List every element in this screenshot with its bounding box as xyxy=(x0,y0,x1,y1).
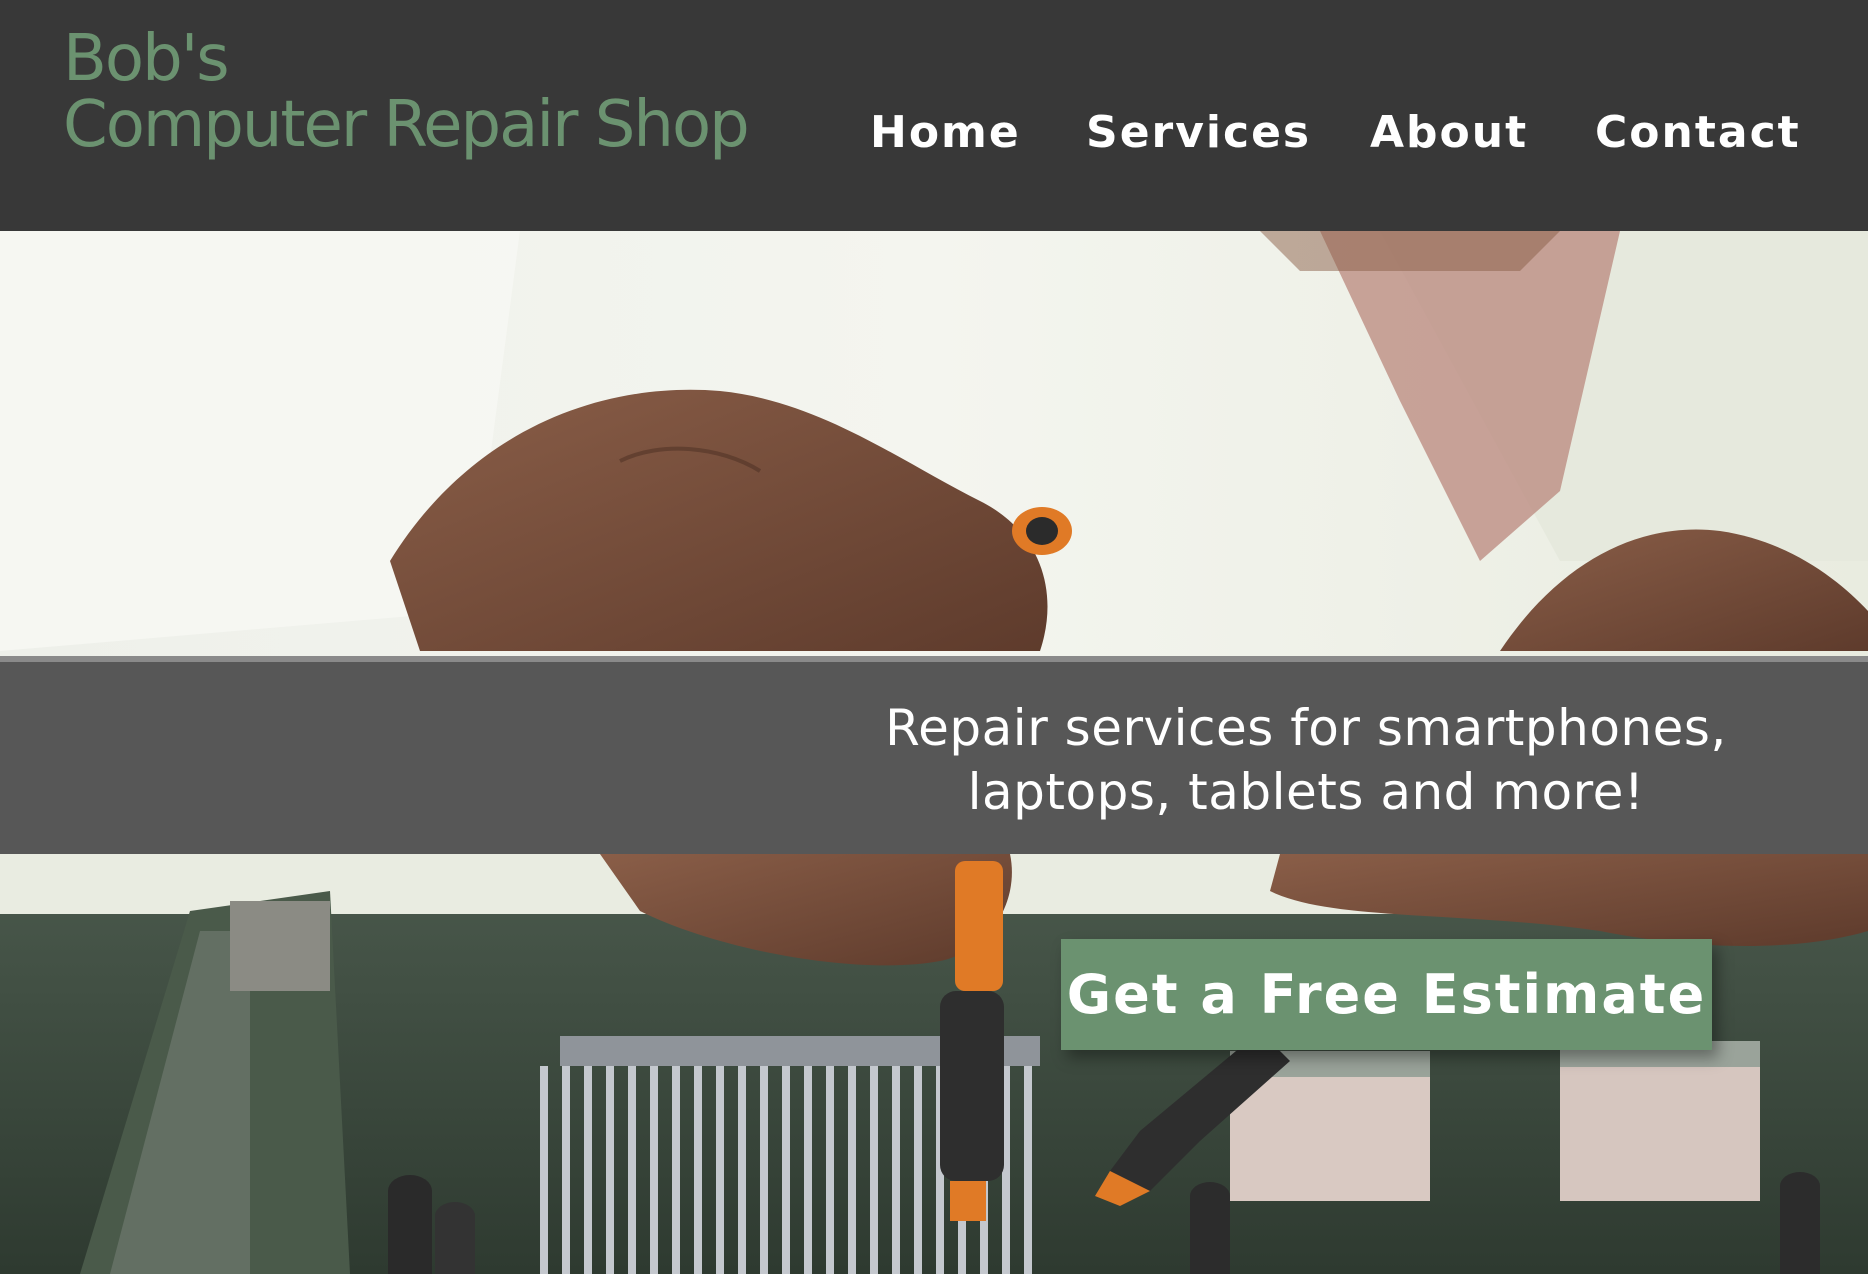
tagline-line-1: Repair services for smartphones, xyxy=(885,699,1727,757)
site-header: Bob's Computer Repair Shop Home Services… xyxy=(0,0,1868,231)
tagline-line-2: laptops, tablets and more! xyxy=(967,763,1645,821)
nav-link-home[interactable]: Home xyxy=(870,103,1021,163)
nav-link-services[interactable]: Services xyxy=(1086,103,1311,163)
nav-link-contact[interactable]: Contact xyxy=(1595,103,1801,163)
nav-link-about[interactable]: About xyxy=(1370,103,1528,163)
logo-line-1: Bob's xyxy=(63,22,230,96)
free-estimate-button[interactable]: Get a Free Estimate xyxy=(1061,939,1712,1050)
main-nav: Home Services About Contact xyxy=(0,103,1868,163)
tagline-band: Repair services for smartphones, laptops… xyxy=(0,656,1868,854)
hero-tagline: Repair services for smartphones, laptops… xyxy=(806,696,1806,824)
